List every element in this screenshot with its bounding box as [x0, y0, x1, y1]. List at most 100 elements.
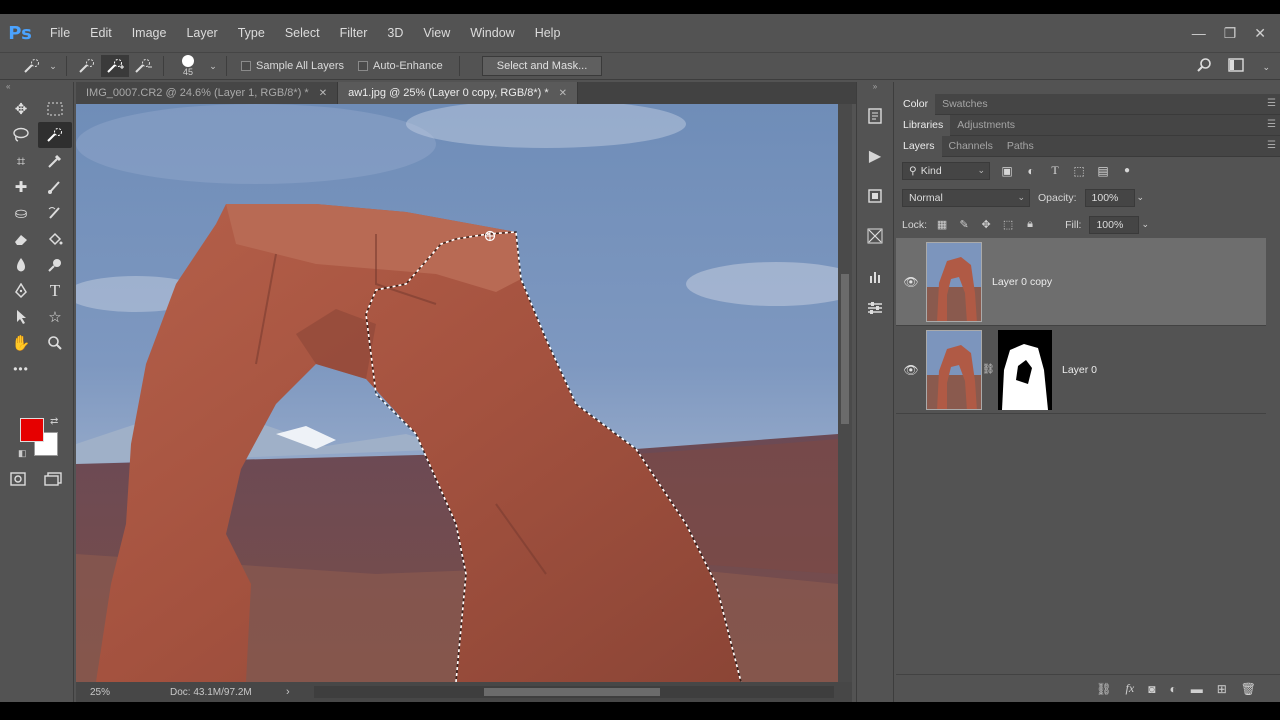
menu-image[interactable]: Image	[122, 26, 177, 40]
panel-menu-icon[interactable]: ☰	[1267, 140, 1276, 151]
tab-swatches[interactable]: Swatches	[935, 94, 995, 115]
tab-channels[interactable]: Channels	[942, 136, 1000, 157]
lock-image-pixels-icon[interactable]: ✎	[957, 218, 971, 231]
menu-file[interactable]: File	[40, 26, 80, 40]
expand-arrows-icon[interactable]: »	[857, 82, 893, 96]
eye-icon[interactable]: 👁︎	[896, 275, 926, 289]
new-layer-icon[interactable]: ⊞	[1217, 682, 1227, 696]
tab-layers[interactable]: Layers	[896, 135, 942, 157]
chevron-down-icon[interactable]: ⌄	[1141, 219, 1149, 230]
shape-layer-filter-icon[interactable]: ⬚	[1072, 164, 1086, 178]
layer-row[interactable]: 👁︎ ⛓ Layer 0	[896, 326, 1266, 414]
tab-color[interactable]: Color	[896, 93, 936, 115]
history-brush-tool-icon[interactable]	[38, 200, 72, 226]
more-tools-icon[interactable]: •••	[4, 356, 38, 382]
kind-filter-select[interactable]: ⚲ Kind ⌄	[902, 161, 990, 180]
opacity-field[interactable]: 100%	[1084, 188, 1135, 207]
layer-mask-thumbnail[interactable]	[998, 329, 1052, 410]
tab-paths[interactable]: Paths	[1000, 136, 1041, 157]
chevron-down-icon[interactable]: ⌄	[1137, 192, 1145, 203]
chevron-right-icon[interactable]: ›	[286, 686, 290, 698]
zoom-level[interactable]: 25%	[76, 687, 136, 698]
chevron-down-icon[interactable]: ⌄	[1262, 62, 1270, 73]
lasso-tool-icon[interactable]	[4, 122, 38, 148]
close-button[interactable]: ✕	[1254, 25, 1266, 42]
auto-enhance-checkbox[interactable]: Auto-Enhance	[358, 60, 443, 72]
screen-mode-icon[interactable]	[44, 472, 62, 489]
horizontal-scrollbar[interactable]	[314, 686, 834, 698]
menu-select[interactable]: Select	[275, 26, 330, 40]
smart-object-filter-icon[interactable]: ▤	[1096, 164, 1110, 178]
type-tool-icon[interactable]: T	[38, 278, 72, 304]
new-group-folder-icon[interactable]: ▬	[1191, 682, 1203, 696]
checkbox-box[interactable]	[358, 61, 369, 71]
close-icon[interactable]: ✕	[319, 88, 327, 99]
collapse-arrows-icon[interactable]: «	[0, 82, 73, 92]
properties-panel-icon[interactable]	[857, 176, 893, 216]
add-to-selection-brush-icon[interactable]	[101, 55, 129, 77]
custom-shape-tool-icon[interactable]: ☆	[38, 304, 72, 330]
quick-selection-tool-icon[interactable]	[38, 122, 72, 148]
filter-toggle-icon[interactable]: ●	[1120, 165, 1134, 176]
layer-name[interactable]: Layer 0	[1062, 364, 1097, 376]
tab-aw1[interactable]: aw1.jpg @ 25% (Layer 0 copy, RGB/8*) * ✕	[338, 82, 578, 104]
hand-tool-icon[interactable]: ✋	[4, 330, 38, 356]
tab-img-0007[interactable]: IMG_0007.CR2 @ 24.6% (Layer 1, RGB/8*) *…	[76, 82, 339, 104]
link-layers-icon[interactable]: ⛓	[1096, 682, 1111, 696]
zoom-tool-icon[interactable]	[38, 330, 72, 356]
blur-tool-icon[interactable]	[4, 252, 38, 278]
menu-edit[interactable]: Edit	[80, 26, 122, 40]
lock-all-icon[interactable]: 🔒︎	[1023, 218, 1037, 231]
layer-row[interactable]: 👁︎ Layer 0 copy	[896, 238, 1266, 326]
dodge-tool-icon[interactable]	[38, 252, 72, 278]
fx-icon[interactable]: fx	[1126, 681, 1135, 696]
restore-button[interactable]: ❐	[1224, 25, 1237, 42]
lock-position-icon[interactable]: ✥	[979, 218, 993, 231]
menu-view[interactable]: View	[413, 26, 460, 40]
tab-adjustments[interactable]: Adjustments	[950, 115, 1022, 136]
layer-thumbnail[interactable]	[926, 329, 982, 410]
workspace-icon[interactable]	[1228, 58, 1246, 76]
search-icon[interactable]	[1196, 57, 1212, 77]
eraser-tool-icon[interactable]	[4, 226, 38, 252]
quick-mask-icon[interactable]	[10, 472, 26, 489]
select-and-mask-button[interactable]: Select and Mask...	[481, 56, 603, 76]
clone-stamp-tool-icon[interactable]: ⛀	[4, 200, 38, 226]
layer-name[interactable]: Layer 0 copy	[992, 276, 1052, 288]
panel-menu-icon[interactable]: ☰	[1267, 98, 1276, 109]
add-mask-icon[interactable]: ◙	[1148, 682, 1155, 696]
menu-help[interactable]: Help	[525, 26, 571, 40]
scroll-thumb[interactable]	[841, 274, 849, 424]
quick-selection-preset-icon[interactable]	[18, 55, 46, 77]
photo-delicate-arch[interactable]	[76, 104, 838, 682]
layer-thumbnail[interactable]	[926, 241, 982, 322]
minimize-button[interactable]: —	[1192, 25, 1206, 41]
marquee-tool-icon[interactable]	[38, 96, 72, 122]
menu-3d[interactable]: 3D	[377, 26, 413, 40]
chevron-down-icon[interactable]: ⌄	[46, 55, 60, 77]
menu-layer[interactable]: Layer	[176, 26, 227, 40]
lock-artboard-icon[interactable]: ⬚	[1001, 218, 1015, 231]
pen-tool-icon[interactable]	[4, 278, 38, 304]
menu-type[interactable]: Type	[228, 26, 275, 40]
swap-colors-icon[interactable]: ⇄	[50, 416, 58, 427]
pixel-layer-filter-icon[interactable]: ▣	[1000, 164, 1014, 178]
close-icon[interactable]: ✕	[559, 88, 567, 99]
document-canvas[interactable]	[76, 104, 838, 682]
menu-filter[interactable]: Filter	[330, 26, 378, 40]
adjustment-layer-filter-icon[interactable]: ◐	[1024, 164, 1038, 178]
vertical-scrollbar[interactable]	[838, 104, 852, 682]
scroll-thumb[interactable]	[484, 688, 660, 696]
lock-transparent-pixels-icon[interactable]: ▦	[935, 218, 949, 231]
subtract-from-selection-brush-icon[interactable]	[129, 55, 157, 77]
brush-size-picker[interactable]: 45	[170, 53, 206, 79]
mask-link-icon[interactable]: ⛓	[982, 364, 995, 375]
new-adjustment-layer-icon[interactable]: ◐	[1169, 682, 1176, 696]
foreground-color-swatch[interactable]	[20, 418, 44, 442]
fill-field[interactable]: 100%	[1089, 215, 1140, 234]
path-selection-tool-icon[interactable]	[4, 304, 38, 330]
eye-icon[interactable]: 👁︎	[896, 363, 926, 377]
actions-play-icon[interactable]: ▶	[857, 136, 893, 176]
default-colors-icon[interactable]: ◧	[18, 448, 27, 459]
sample-all-layers-checkbox[interactable]: Sample All Layers	[241, 60, 344, 72]
